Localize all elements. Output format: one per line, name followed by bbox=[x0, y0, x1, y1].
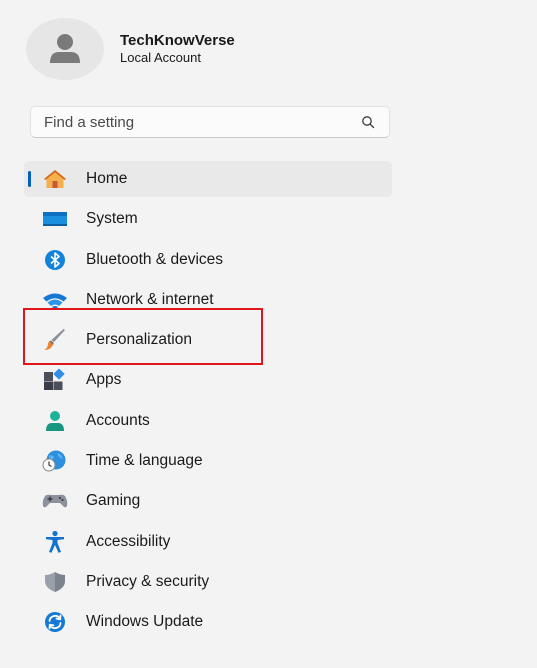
nav-item-apps[interactable]: Apps bbox=[24, 362, 392, 398]
highlight-box bbox=[23, 308, 263, 365]
refresh-icon bbox=[41, 610, 69, 634]
nav-label-system: System bbox=[86, 210, 138, 228]
avatar[interactable] bbox=[26, 18, 104, 80]
search-icon[interactable] bbox=[361, 115, 375, 129]
nav-label-home: Home bbox=[86, 170, 128, 187]
nav-label-bluetooth: Bluetooth & devices bbox=[86, 250, 224, 268]
settings-sidebar: TechKnowVerse Local Account Find a setti… bbox=[4, 4, 533, 664]
nav-item-windows-update[interactable]: Windows Update bbox=[24, 604, 392, 640]
nav-label-time-language: Time & language bbox=[86, 452, 203, 470]
nav-item-home[interactable]: Home bbox=[24, 161, 392, 197]
gamepad-icon bbox=[41, 489, 69, 513]
nav-item-gaming[interactable]: Gaming bbox=[24, 483, 392, 519]
nav-label-windows-update: Windows Update bbox=[86, 613, 204, 631]
nav-item-accessibility[interactable]: Accessibility bbox=[24, 524, 392, 560]
apps-icon bbox=[41, 368, 69, 392]
nav-item-time-language[interactable]: Time & language bbox=[24, 443, 392, 479]
person-icon bbox=[50, 34, 80, 63]
search-placeholder: Find a setting bbox=[44, 113, 135, 131]
profile-name: TechKnowVerse bbox=[120, 32, 235, 49]
nav-item-bluetooth[interactable]: Bluetooth & devices bbox=[24, 242, 392, 278]
nav-label-apps: Apps bbox=[86, 371, 122, 389]
nav-label-privacy-security: Privacy & security bbox=[86, 572, 210, 590]
nav-list: Home System Bluetooth & devices Network … bbox=[24, 161, 392, 645]
selection-indicator bbox=[28, 171, 31, 187]
user-profile[interactable]: TechKnowVerse Local Account bbox=[26, 16, 235, 82]
nav-label-accessibility: Accessibility bbox=[86, 532, 171, 550]
nav-item-privacy-security[interactable]: Privacy & security bbox=[24, 564, 392, 600]
person-icon bbox=[41, 409, 69, 433]
nav-label-gaming: Gaming bbox=[86, 492, 141, 510]
monitor-icon bbox=[41, 207, 69, 231]
home-icon bbox=[41, 167, 69, 191]
nav-label-network: Network & internet bbox=[86, 290, 214, 308]
shield-icon bbox=[41, 570, 69, 594]
nav-label-accounts: Accounts bbox=[86, 411, 150, 429]
nav-item-system[interactable]: System bbox=[24, 201, 392, 237]
search-input[interactable]: Find a setting bbox=[30, 106, 390, 138]
nav-item-accounts[interactable]: Accounts bbox=[24, 403, 392, 439]
accessibility-icon bbox=[41, 530, 69, 554]
globe-clock-icon bbox=[41, 449, 69, 473]
account-type: Local Account bbox=[120, 50, 201, 65]
bluetooth-icon bbox=[41, 248, 69, 272]
